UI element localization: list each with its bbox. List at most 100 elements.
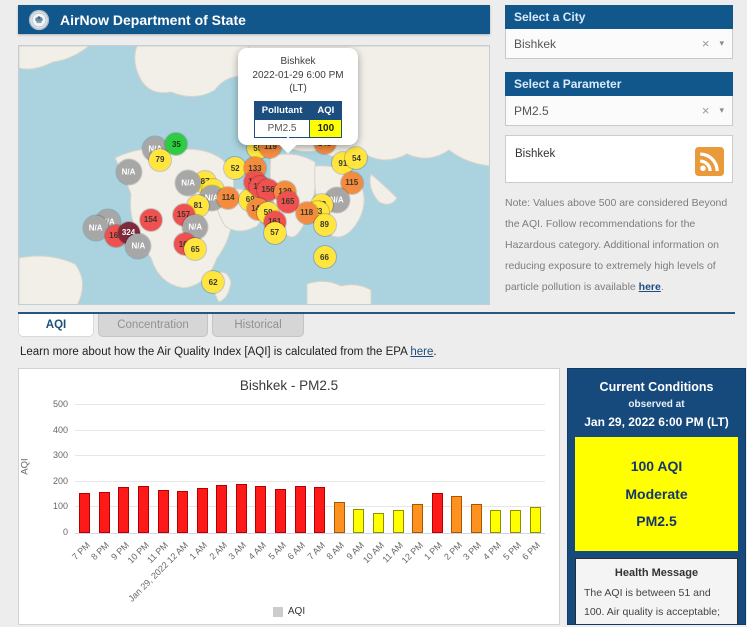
chart-x-axis-labels: 7 PM8 PM9 PM10 PM11 PMJan 29, 2022 12 AM… — [75, 534, 545, 600]
select-parameter-header: Select a Parameter — [505, 72, 733, 96]
chart-bar-2-am[interactable] — [216, 485, 227, 533]
chart-bar-1-am[interactable] — [197, 488, 208, 533]
chart-legend[interactable]: AQI — [19, 606, 559, 617]
note-text: Note: Values above 500 are considered Be… — [505, 197, 727, 293]
chart-y-tick: 300 — [53, 450, 68, 460]
current-conditions-panel: Current Conditions observed at Jan 29, 2… — [567, 368, 746, 625]
legend-swatch — [273, 607, 283, 617]
cc-aqi-box: 100 AQI Moderate PM2.5 — [575, 437, 738, 551]
chart-bar-3-pm[interactable] — [471, 504, 482, 533]
chart-bar-9-am[interactable] — [353, 509, 364, 533]
chart-x-label: 4 PM — [481, 540, 503, 562]
cc-subtitle: observed at — [575, 397, 738, 413]
map-marker[interactable]: 62 — [202, 271, 224, 293]
chart-x-label: 10 PM — [125, 540, 150, 565]
cc-title: Current Conditions — [575, 378, 738, 397]
chart-x-label: 7 PM — [70, 540, 92, 562]
note-here-link[interactable]: here — [639, 281, 661, 293]
chart-bar-3-am[interactable] — [236, 484, 247, 533]
city-select[interactable]: Bishkek × ▾ — [505, 29, 733, 59]
chart-bar-6-pm[interactable] — [530, 507, 541, 533]
map-marker[interactable]: 79 — [149, 149, 171, 171]
map-marker[interactable]: N/A — [176, 170, 201, 195]
chart-bar-5-pm[interactable] — [510, 510, 521, 533]
tab-historical[interactable]: Historical — [212, 314, 304, 337]
select-city-header: Select a City — [505, 5, 733, 29]
chart-bar-1-pm[interactable] — [432, 493, 443, 533]
rss-icon[interactable] — [695, 147, 724, 176]
chart-bar-5-am[interactable] — [275, 489, 286, 533]
chart-bars — [75, 405, 545, 533]
chart-bar-4-pm[interactable] — [490, 510, 501, 533]
chart-bar-8-am[interactable] — [334, 502, 345, 533]
map-marker[interactable]: 65 — [184, 238, 206, 260]
chart-y-tick: 100 — [53, 501, 68, 511]
chart-bar-12-pm[interactable] — [412, 504, 423, 533]
chart-bar-6-am[interactable] — [295, 486, 306, 533]
city-clear-icon[interactable]: × — [696, 36, 716, 51]
chart-bar-10-am[interactable] — [373, 513, 384, 533]
map-marker[interactable]: 89 — [314, 214, 336, 236]
tabs: AQIConcentrationHistorical — [18, 312, 735, 337]
map-marker[interactable]: N/A — [126, 234, 151, 259]
parameter-select-value: PM2.5 — [514, 104, 696, 118]
chart-x-label: 2 PM — [442, 540, 464, 562]
chart-bar-11-pm[interactable] — [158, 490, 169, 533]
chart-title: Bishkek - PM2.5 — [19, 378, 559, 393]
map-marker[interactable]: 114 — [217, 187, 239, 209]
popup-timezone: (LT) — [243, 82, 353, 96]
map-popup: Bishkek 2022-01-29 6:00 PM (LT) Pollutan… — [238, 48, 358, 145]
popup-datetime: 2022-01-29 6:00 PM — [243, 69, 353, 83]
chart-bar-8-pm[interactable] — [99, 492, 110, 533]
cc-health-text: The AQI is between 51 and 100. Air quali… — [584, 584, 729, 625]
chart-x-label: 6 PM — [520, 540, 542, 562]
cc-category: Moderate — [579, 481, 734, 508]
app-header: AirNow Department of State — [18, 5, 490, 34]
map-marker[interactable]: 54 — [345, 147, 367, 169]
chart-bar-11-am[interactable] — [393, 510, 404, 533]
chart-x-label: 10 AM — [360, 540, 385, 565]
chart-x-label: 3 PM — [462, 540, 484, 562]
popup-pollutant-value: PM2.5 — [254, 119, 310, 137]
cc-health-title: Health Message — [584, 567, 729, 579]
chart-x-label: 8 PM — [90, 540, 112, 562]
chart-x-label: 5 AM — [266, 540, 288, 562]
map-marker[interactable]: 154 — [140, 209, 162, 231]
chart-bar-jan-29-2022-12-am[interactable] — [177, 491, 188, 533]
tab-aqi[interactable]: AQI — [18, 314, 94, 337]
popup-aqi-value: 100 — [310, 119, 342, 137]
note-suffix: . — [661, 281, 664, 293]
cc-health-box: Health Message The AQI is between 51 and… — [575, 558, 738, 625]
chart-bar-10-pm[interactable] — [138, 486, 149, 533]
chart-bar-7-am[interactable] — [314, 487, 325, 533]
city-caret-icon[interactable]: ▾ — [715, 38, 724, 49]
chart-bar-9-pm[interactable] — [118, 487, 129, 533]
map-marker[interactable]: 66 — [314, 246, 336, 268]
page-title: AirNow Department of State — [60, 12, 246, 28]
city-select-value: Bishkek — [514, 37, 696, 51]
chart-x-label: 3 AM — [227, 540, 249, 562]
chart-y-tick: 500 — [53, 399, 68, 409]
map-marker[interactable]: 35 — [165, 133, 187, 155]
rss-feed-box: Bishkek — [505, 135, 733, 183]
parameter-caret-icon[interactable]: ▾ — [715, 105, 724, 116]
chart-x-label: 2 AM — [207, 540, 229, 562]
chart-bar-4-am[interactable] — [255, 486, 266, 533]
map-marker[interactable]: 52 — [224, 157, 246, 179]
world-aqi-map[interactable]: N/A3579N/A5287N/A81N/A1146981157154N/AN/… — [18, 45, 490, 305]
map-marker[interactable]: 57 — [264, 222, 286, 244]
chart-y-tick: 200 — [53, 476, 68, 486]
parameter-clear-icon[interactable]: × — [696, 103, 716, 118]
chart-bar-7-pm[interactable] — [79, 493, 90, 533]
map-marker[interactable]: N/A — [116, 159, 141, 184]
learn-text: Learn more about how the Air Quality Ind… — [20, 346, 410, 358]
chart-x-label: 6 AM — [286, 540, 308, 562]
learn-here-link[interactable]: here — [410, 346, 433, 358]
chart-bar-2-pm[interactable] — [451, 496, 462, 533]
chart-plot-area: 0100200300400500 — [75, 405, 545, 534]
tab-concentration[interactable]: Concentration — [98, 314, 208, 337]
page: AirNow Department of State — [0, 0, 747, 625]
chart-y-axis-label: AQI — [20, 458, 31, 474]
state-department-seal-icon — [28, 9, 50, 31]
parameter-select[interactable]: PM2.5 × ▾ — [505, 96, 733, 126]
